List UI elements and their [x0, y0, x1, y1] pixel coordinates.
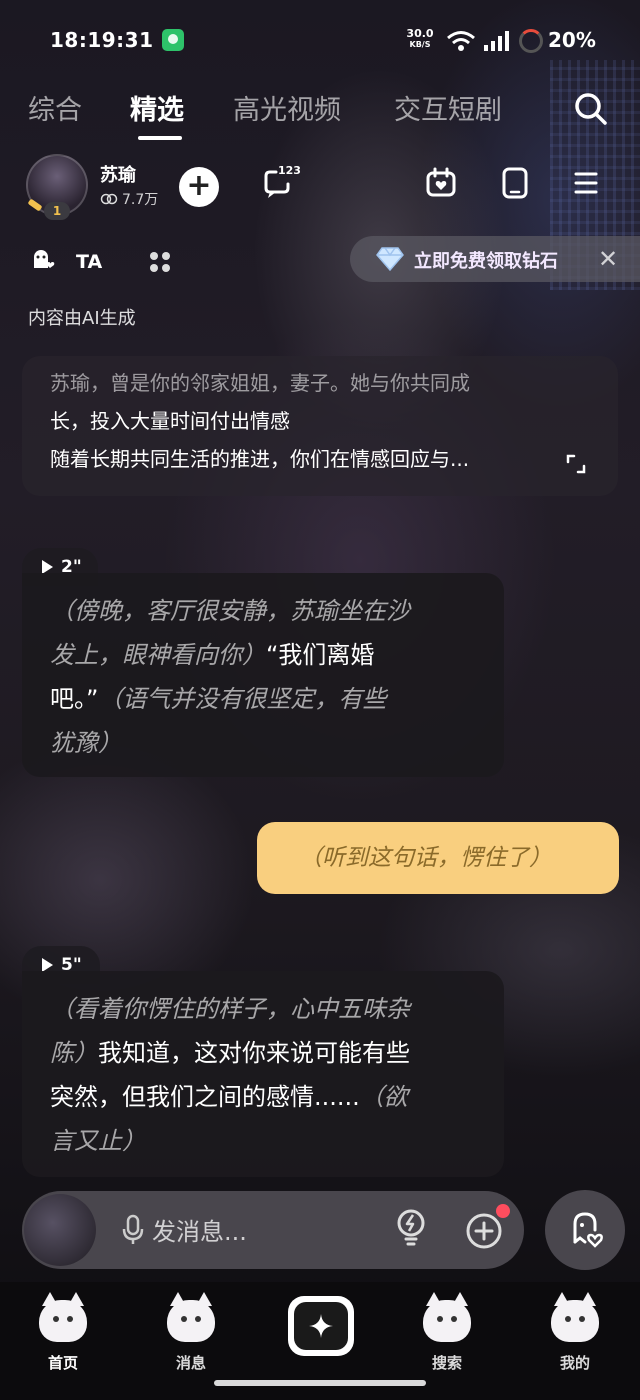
comment-count: 123 — [278, 164, 301, 177]
message-input-bar[interactable] — [22, 1191, 524, 1269]
intro-line: 随着长期共同生活的推进，你们在情感回应与... — [50, 447, 470, 471]
tab-general[interactable]: 综合 — [28, 88, 82, 127]
net-speed: 30.0 KB/S — [406, 27, 434, 49]
search-cat-icon — [415, 1286, 479, 1348]
diamond-icon — [376, 247, 404, 272]
message-line: （傍晚，客厅很安静，苏瑜坐在沙 — [50, 597, 410, 625]
message-line: 突然，但我们之间的感情......（欲 — [50, 1083, 408, 1111]
character-intro-card[interactable]: 苏瑜，曾是你的邻家姐姐，妻子。她与你共同成 长，投入大量时间付出情感 随着长期共… — [22, 356, 618, 496]
message-line: 吧。”（语气并没有很坚定，有些 — [50, 685, 387, 713]
messages-cat-icon — [159, 1286, 223, 1348]
sparkle-avatar-button[interactable] — [24, 1194, 96, 1266]
expand-icon[interactable] — [566, 454, 586, 474]
notification-dot — [496, 1204, 510, 1218]
battery-ring-icon — [519, 29, 543, 53]
tab-highlight-video[interactable]: 高光视频 — [233, 88, 341, 127]
calendar-heart-icon[interactable] — [424, 166, 458, 200]
ghost-heart-icon — [573, 1212, 603, 1248]
play-icon — [42, 958, 53, 972]
user-message-bubble[interactable]: （听到这句话，愣住了） — [257, 822, 619, 894]
add-circle-icon[interactable] — [464, 1211, 504, 1251]
phone-icon[interactable] — [498, 166, 532, 200]
active-tab-indicator — [138, 136, 182, 140]
profile-cat-icon — [543, 1286, 607, 1348]
fans-icon — [100, 193, 118, 205]
message-line: 犹豫） — [50, 729, 122, 757]
nav-label: 搜索 — [431, 1354, 462, 1372]
nav-label: 我的 — [559, 1354, 590, 1372]
message-input[interactable]: 发消息... — [152, 1212, 247, 1247]
ai-message-bubble[interactable]: （傍晚，客厅很安静，苏瑜坐在沙 发上，眼神看向你）“我们离婚 吧。”（语气并没有… — [22, 573, 504, 777]
battery-level: 20% — [548, 28, 596, 52]
nav-home[interactable]: 首页 — [18, 1282, 108, 1373]
nav-messages[interactable]: 消息 — [146, 1282, 236, 1373]
ghost-heart-icon[interactable] — [30, 248, 56, 274]
wifi-icon — [447, 31, 475, 51]
ghost-heart-button[interactable] — [545, 1190, 625, 1270]
message-line: 言又止） — [50, 1127, 146, 1155]
level-badge: 1 — [44, 202, 70, 220]
nav-label: 首页 — [47, 1354, 78, 1372]
search-icon[interactable] — [572, 90, 608, 126]
menu-icon[interactable] — [570, 166, 604, 200]
home-cat-icon — [31, 1286, 95, 1348]
nav-search[interactable]: 搜索 — [402, 1282, 492, 1373]
lightbulb-icon[interactable] — [394, 1208, 428, 1248]
intro-line: 苏瑜，曾是你的邻家姐姐，妻子。她与你共同成 — [50, 371, 470, 395]
apps-grid-icon[interactable] — [148, 250, 172, 274]
ai-generated-notice: 内容由AI生成 — [28, 308, 136, 329]
nav-profile[interactable]: 我的 — [530, 1282, 620, 1373]
create-button[interactable] — [288, 1296, 354, 1356]
follow-button[interactable]: + — [179, 167, 219, 207]
tab-featured[interactable]: 精选 — [130, 88, 184, 127]
sparkle-icon — [309, 1314, 333, 1338]
message-line: （看着你愣住的样子，心中五味杂 — [50, 995, 410, 1023]
nav-label: 消息 — [175, 1354, 206, 1372]
close-icon[interactable]: ✕ — [598, 245, 618, 273]
message-line: 发上，眼神看向你）“我们离婚 — [50, 641, 375, 669]
microphone-icon[interactable] — [122, 1214, 144, 1246]
ai-message-bubble[interactable]: （看着你愣住的样子，心中五味杂 陈）我知道，这对你来说可能有些 突然，但我们之间… — [22, 971, 504, 1177]
ta-button-label[interactable]: TA — [76, 251, 102, 273]
status-bar: 18:19:31 30.0 KB/S 20% — [0, 26, 640, 56]
play-icon — [42, 560, 53, 574]
follower-count: 7.7万 — [100, 189, 158, 209]
intro-line: 长，投入大量时间付出情感 — [50, 409, 290, 433]
app-notification-icon — [162, 29, 184, 51]
signal-icon — [484, 31, 509, 51]
home-indicator — [214, 1380, 426, 1386]
status-time: 18:19:31 — [50, 28, 154, 52]
tab-interactive-drama[interactable]: 交互短剧 — [394, 88, 502, 127]
promo-text[interactable]: 立即免费领取钻石 — [414, 247, 558, 273]
message-line: 陈）我知道，这对你来说可能有些 — [50, 1039, 410, 1067]
character-name[interactable]: 苏瑜 — [100, 161, 136, 187]
